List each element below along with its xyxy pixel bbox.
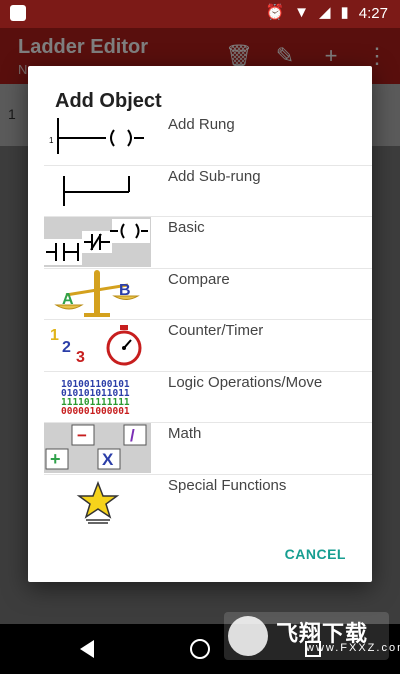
star-icon [44,474,151,525]
item-label: Basic [168,219,205,236]
binary-icon: 101001100101 010101011011 111101111111 0… [44,371,151,422]
math-op-plus: + [50,449,61,469]
rung-icon: 1 [44,114,151,164]
item-label: Compare [168,270,230,288]
compare-letter-b: B [119,282,131,299]
counter-digit-1: 1 [50,327,59,344]
math-operators-icon: − / + X [44,423,151,473]
add-object-dialog: Add Object 1 Add Rung Add Sub-rung Basic… [28,66,372,582]
basic-contacts-icon [44,217,151,267]
cancel-button[interactable]: CANCEL [285,546,346,562]
compare-letter-a: A [62,291,74,308]
balance-scale-icon: A B [44,268,151,319]
list-item-logic-operations[interactable]: 101001100101 010101011011 111101111111 0… [44,371,372,423]
home-icon[interactable] [190,639,210,659]
watermark-url: www.FXXZ.com [306,642,400,654]
sub-rung-icon [44,165,151,216]
item-label: Math [168,425,202,442]
binary-line: 000001000001 [61,405,130,417]
counter-digit-3: 3 [76,349,85,366]
list-item-add-sub-rung[interactable]: Add Sub-rung [44,165,372,217]
back-icon[interactable] [80,640,94,658]
notification-icon [10,5,26,21]
counter-timer-icon: 1 2 3 [44,320,151,370]
math-op-minus: − [77,426,87,445]
watermark: 飞翔下载 www.FXXZ.com [224,612,400,660]
list-item-basic[interactable]: Basic [44,217,372,269]
list-item-add-rung[interactable]: 1 Add Rung [44,114,372,166]
battery-icon: ▮ [340,4,349,21]
item-label: Logic Operations/Move [168,373,323,391]
list-item-math[interactable]: − / + X Math [44,423,372,475]
item-label: Counter/Timer [168,322,264,339]
item-label: Add Rung [168,116,235,133]
math-op-multiply: X [102,450,114,469]
item-label: Special Functions [168,476,287,494]
item-label: Add Sub-rung [168,167,261,185]
rung-thumb-number: 1 [49,136,54,145]
counter-digit-2: 2 [62,339,71,356]
alarm-icon: ⏰ [265,4,285,21]
list-item-counter-timer[interactable]: 1 2 3 Counter/Timer [44,320,372,372]
dialog-title: Add Object [55,90,162,112]
watermark-logo [228,616,268,656]
status-bar: ⏰ ▼ ◢ ▮ 4:27 [0,0,400,28]
math-op-divide: / [130,426,135,445]
list-item-compare[interactable]: A B Compare [44,268,372,320]
wifi-icon: ▼ [294,4,309,21]
object-list: 1 Add Rung Add Sub-rung Basic A B Compar… [44,114,372,526]
list-item-special-functions[interactable]: Special Functions [44,474,372,527]
signal-icon: ◢ [318,4,331,21]
status-time: 4:27 [358,4,388,22]
status-icons: ⏰ ▼ ◢ ▮ 4:27 [265,4,388,22]
